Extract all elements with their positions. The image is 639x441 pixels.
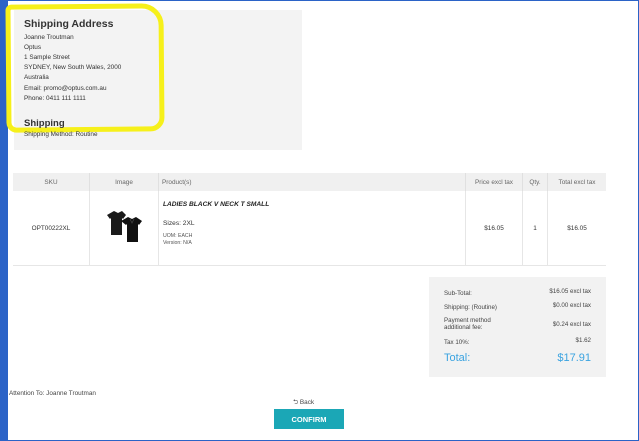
cell-product: LADIES BLACK V NECK T SMALL Sizes: 2XL U… (158, 191, 466, 266)
table-row: OPT00222XL LADIES BLACK V NECK T SMALL S… (13, 191, 606, 266)
tax-value: $1.62 (575, 337, 591, 344)
subtotal-label: Sub-Total: (444, 290, 472, 297)
total-label: Total: (444, 352, 471, 364)
payment-fee-label: Payment method additional fee: (444, 317, 491, 331)
cell-image (89, 191, 159, 266)
address-email: Email: promo@optus.com.au (24, 85, 107, 92)
address-country: Australia (24, 74, 49, 81)
product-size: Sizes: 2XL (163, 220, 195, 227)
payment-fee-value: $0.24 excl tax (552, 321, 591, 328)
product-image-tshirts (107, 211, 142, 242)
tax-label: Tax 10%: (444, 339, 470, 346)
cell-total: $16.05 (547, 191, 606, 266)
shipping-label: Shipping: (Routine) (444, 304, 497, 311)
header-qty: Qty. (522, 173, 548, 191)
header-total: Total excl tax (547, 173, 606, 191)
address-street: 1 Sample Street (24, 54, 70, 61)
address-company: Optus (24, 44, 42, 51)
attention-to: Attention To: Joanne Troutman (9, 390, 96, 397)
shipping-title: Shipping (24, 118, 65, 129)
confirm-button[interactable]: CONFIRM (274, 409, 344, 429)
header-image: Image (89, 173, 159, 191)
header-price: Price excl tax (465, 173, 523, 191)
order-totals-panel: Sub-Total: $16.05 excl tax Shipping: (Ro… (429, 277, 606, 377)
subtotal-value: $16.05 excl tax (549, 288, 591, 295)
cell-price: $16.05 (465, 191, 523, 266)
header-products: Product(s) (158, 173, 466, 191)
order-items-table: SKU Image Product(s) Price excl tax Qty.… (13, 173, 606, 266)
header-sku: SKU (13, 173, 90, 191)
back-link[interactable]: ⮌ Back (293, 398, 314, 409)
payment-fee-label-line2: additional fee: (444, 323, 483, 331)
table-header-row: SKU Image Product(s) Price excl tax Qty.… (13, 173, 606, 191)
shipping-address-title: Shipping Address (24, 18, 114, 30)
product-version: Version: N/A (163, 239, 192, 246)
cell-qty: 1 (522, 191, 548, 266)
shipping-value: $0.00 excl tax (552, 302, 591, 309)
shipping-method: Shipping Method: Routine (24, 131, 98, 138)
address-name: Joanne Troutman (24, 34, 74, 41)
product-name[interactable]: LADIES BLACK V NECK T SMALL (163, 201, 461, 208)
total-value: $17.91 (557, 352, 591, 364)
address-city: SYDNEY, New South Wales, 2000 (24, 64, 122, 71)
address-phone: Phone: 0411 111 1111 (24, 95, 86, 102)
cell-sku: OPT00222XL (13, 191, 90, 266)
